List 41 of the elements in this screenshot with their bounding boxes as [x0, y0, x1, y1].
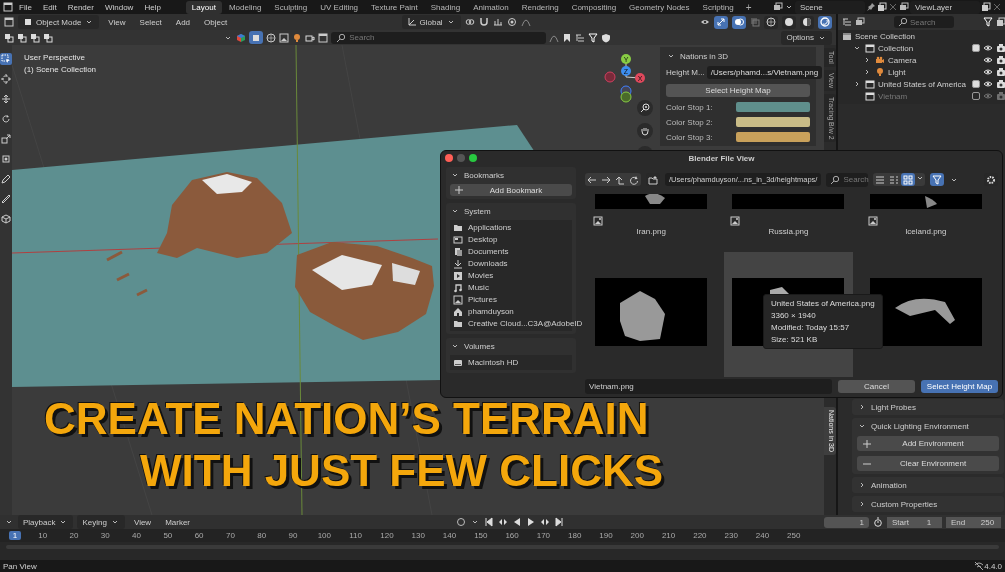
- frame-number: 180: [567, 531, 583, 540]
- frame-number: 240: [754, 531, 771, 540]
- field-label: Color Stop 3:: [666, 132, 714, 142]
- frame-number: 190: [598, 531, 614, 540]
- frame-number: 210: [660, 531, 677, 540]
- field-label: Color Stop 1:: [666, 102, 714, 112]
- frame-number: 60: [193, 531, 205, 540]
- status-text: Pan View: [3, 561, 37, 571]
- dialog-title: Blender File View: [688, 153, 755, 163]
- version-label: 4.4.0: [984, 561, 1002, 571]
- frame-number: 160: [504, 531, 520, 540]
- field-label: Color Stop 2:: [666, 117, 714, 127]
- frame-number: 200: [629, 531, 645, 540]
- frame-number: 110: [348, 531, 363, 540]
- frame-number: 50: [162, 531, 174, 540]
- panel-title: Nations in 3D: [680, 51, 729, 61]
- tooltip-text: Size: 521 KB: [771, 335, 819, 344]
- frame-number: 40: [131, 531, 142, 540]
- frame-number: 100: [316, 531, 332, 540]
- frame-number: 70: [224, 531, 236, 540]
- headline-text: WITH JUST FEW CLICKS: [140, 450, 664, 492]
- tooltip-text: Modified: Today 15:57: [771, 323, 851, 332]
- headline-text: CREATE NATION’S TERRAIN: [44, 398, 649, 440]
- frame-number: 170: [535, 531, 552, 540]
- frame-number: 150: [473, 531, 489, 540]
- frame-number: 20: [68, 531, 80, 540]
- frame-number: 120: [379, 531, 395, 540]
- viewport-label: (1) Scene Collection: [24, 65, 97, 74]
- tooltip-text: United States of America.png: [771, 299, 875, 308]
- frame-number: 230: [723, 531, 739, 540]
- field-label: Height M...: [666, 68, 705, 77]
- viewport-label: User Perspective: [24, 53, 86, 62]
- frame-number: 140: [441, 531, 458, 540]
- frame-number: 250: [786, 531, 802, 540]
- frame-number: 130: [410, 531, 426, 540]
- frame-number: 220: [692, 531, 708, 540]
- frame-number: 90: [287, 531, 299, 540]
- frame-number: 10: [37, 531, 49, 540]
- tooltip-text: 3360 × 1940: [771, 311, 817, 320]
- frame-number: 30: [99, 531, 111, 540]
- frame-number: 80: [256, 531, 268, 540]
